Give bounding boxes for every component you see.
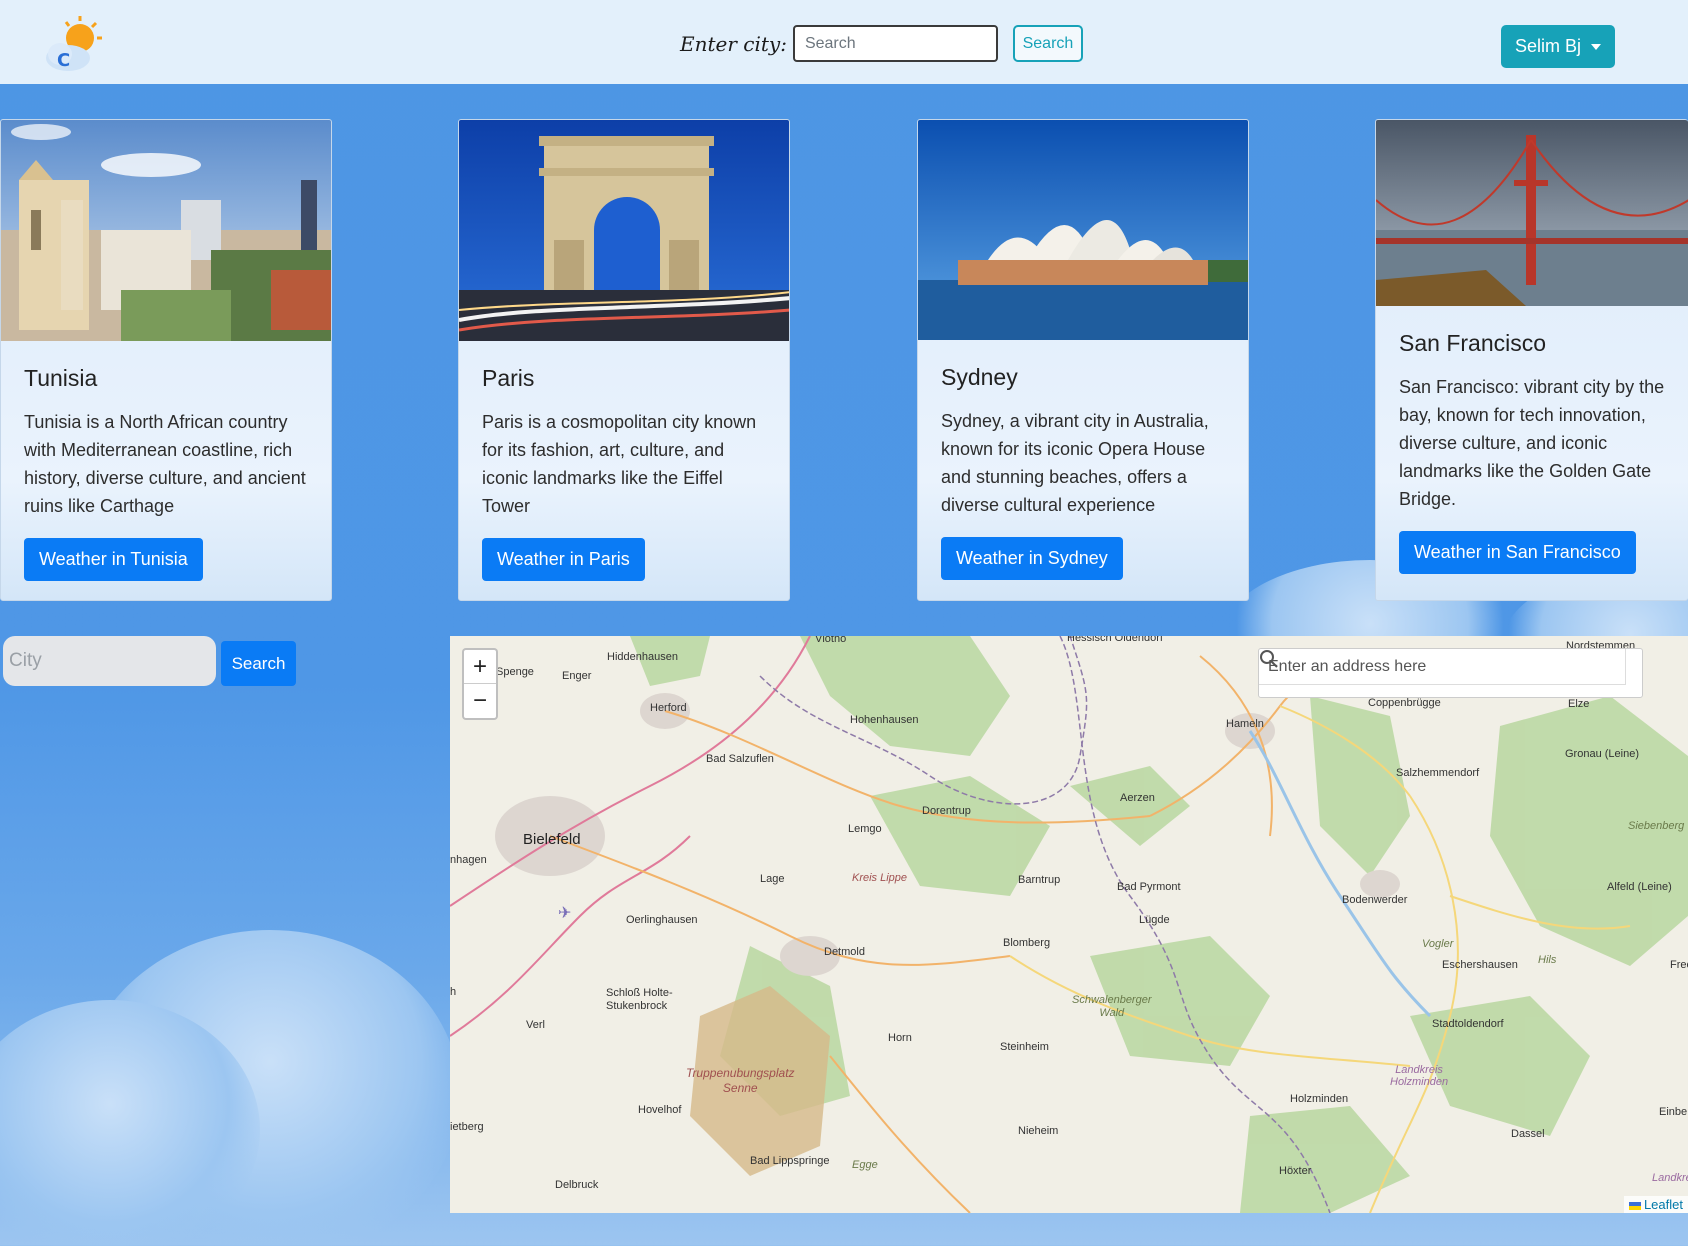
map-label: Lemgo: [848, 823, 882, 835]
zoom-control: + −: [462, 648, 498, 720]
weather-logo-icon[interactable]: C: [40, 14, 104, 74]
map-label: Bodenwerder: [1342, 894, 1408, 906]
map-label: Stadtoldendorf: [1432, 1018, 1504, 1030]
leaflet-link[interactable]: Leaflet: [1644, 1197, 1683, 1212]
map-label: Enger: [562, 670, 592, 682]
user-menu-button[interactable]: Selim Bj: [1501, 25, 1615, 68]
city-search-button[interactable]: Search: [221, 641, 296, 686]
city-input[interactable]: City: [3, 636, 216, 686]
map-label: Dorentrup: [922, 805, 971, 817]
navbar-search: Enter city: Search Search: [680, 25, 1083, 62]
address-input[interactable]: Enter an address here: [1259, 649, 1626, 685]
weather-sydney-button[interactable]: Weather in Sydney: [941, 537, 1123, 580]
address-search: Enter an address here: [1258, 648, 1643, 698]
map-label: Holzminden: [1290, 1093, 1349, 1105]
map-label: Delbruck: [555, 1179, 599, 1191]
card-title: Tunisia: [24, 365, 98, 391]
user-name: Selim Bj: [1514, 36, 1581, 56]
map-label: Hessisch Oldendorf: [1067, 636, 1163, 644]
city-card-sydney: Sydney Sydney, a vibrant city in Austral…: [917, 119, 1249, 601]
card-title: Sydney: [941, 364, 1018, 390]
map-label: Verl: [526, 1019, 545, 1031]
san-francisco-image: [1376, 120, 1688, 306]
map-label: ietberg: [450, 1121, 484, 1133]
map-label: Frec: [1670, 959, 1688, 971]
map-label: Alfeld (Leine): [1607, 881, 1672, 893]
map-label: Landkre: [1652, 1172, 1688, 1184]
map[interactable]: ✈ Hiddenhausen Enger Spenge Herford Vlot…: [450, 636, 1688, 1213]
map-label: Vlotho: [815, 636, 847, 645]
map-label: Hiddenhausen: [607, 651, 678, 663]
zoom-in-button[interactable]: +: [464, 650, 496, 684]
tunisia-image: [1, 120, 331, 341]
map-label: Schwalenberger Wald: [1072, 994, 1152, 1019]
map-label: Einbe: [1659, 1106, 1688, 1118]
map-label: Hils: [1538, 954, 1557, 966]
map-label: Lage: [760, 873, 785, 885]
map-label: Spenge: [496, 666, 534, 678]
zoom-out-button[interactable]: −: [464, 684, 496, 718]
map-label: Eschershausen: [1442, 959, 1518, 971]
map-label: Bad Lippspringe: [750, 1155, 830, 1167]
map-label: Blomberg: [1003, 937, 1051, 949]
card-title: San Francisco: [1399, 330, 1547, 356]
weather-san-francisco-button[interactable]: Weather in San Francisco: [1399, 531, 1636, 574]
map-label: Steinheim: [1000, 1041, 1049, 1053]
map-label: Dassel: [1511, 1128, 1545, 1140]
map-label: Herford: [650, 702, 687, 714]
ukraine-flag-icon: [1628, 1201, 1641, 1210]
svg-text:✈: ✈: [558, 903, 571, 922]
map-label: Siebenberg: [1628, 820, 1685, 832]
card-title: Paris: [482, 365, 535, 391]
map-label: Hovelhof: [638, 1104, 682, 1116]
city-search-input[interactable]: Search: [792, 25, 998, 62]
map-label: h: [450, 986, 457, 998]
map-label: Höxter: [1279, 1165, 1312, 1177]
city-card-tunisia: Tunisia Tunisia is a North African count…: [0, 119, 332, 601]
map-attribution[interactable]: Leaflet: [1623, 1196, 1688, 1213]
map-label: Hohenhausen: [850, 714, 919, 726]
map-label: Truppenubungsplatz Senne: [686, 1066, 795, 1095]
enter-city-label: Enter city:: [680, 31, 787, 56]
sydney-image: [918, 120, 1248, 340]
map-label: Hameln: [1226, 718, 1264, 730]
map-label: Elze: [1568, 698, 1590, 710]
city-card-san-francisco: San Francisco San Francisco: vibrant cit…: [1375, 119, 1688, 601]
card-text: San Francisco: vibrant city by the bay, …: [1399, 377, 1665, 509]
map-label: nhagen: [450, 854, 487, 866]
map-label: Bielefeld: [523, 831, 581, 848]
card-text: Paris is a cosmopolitan city known for i…: [482, 412, 757, 516]
map-label: Detmold: [824, 946, 865, 958]
map-label: Bad Salzuflen: [706, 753, 774, 765]
map-label: Lügde: [1139, 914, 1170, 926]
search-icon[interactable]: [1259, 649, 1279, 669]
map-label: Gronau (Leine): [1565, 748, 1639, 760]
map-label: Bad Pyrmont: [1117, 881, 1181, 893]
card-text: Tunisia is a North African country with …: [24, 412, 306, 516]
navbar-search-button[interactable]: Search: [1012, 25, 1083, 62]
map-label: Schloß Holte- Stukenbrock: [606, 987, 673, 1012]
map-label: Landkreis Holzminden: [1390, 1064, 1449, 1088]
navbar: C Enter city: Search Search Selim Bj: [0, 0, 1688, 84]
caret-down-icon: [1591, 43, 1601, 50]
map-label: Salzhemmendorf: [1396, 767, 1480, 779]
svg-text:C: C: [57, 50, 70, 71]
card-text: Sydney, a vibrant city in Australia, kno…: [941, 411, 1209, 515]
map-label: Horn: [888, 1032, 912, 1044]
map-label: Egge: [852, 1159, 878, 1171]
map-label: Aerzen: [1120, 792, 1155, 804]
map-label: Vogler: [1422, 938, 1454, 950]
map-label: Barntrup: [1018, 874, 1061, 886]
paris-image: [459, 120, 789, 341]
map-label: Coppenbrügge: [1368, 697, 1441, 709]
weather-tunisia-button[interactable]: Weather in Tunisia: [24, 538, 203, 581]
weather-paris-button[interactable]: Weather in Paris: [482, 538, 645, 581]
map-label: Nieheim: [1018, 1125, 1059, 1137]
map-label: Oerlinghausen: [626, 914, 698, 926]
city-card-paris: Paris Paris is a cosmopolitan city known…: [458, 119, 790, 601]
map-label: Kreis Lippe: [852, 872, 908, 884]
